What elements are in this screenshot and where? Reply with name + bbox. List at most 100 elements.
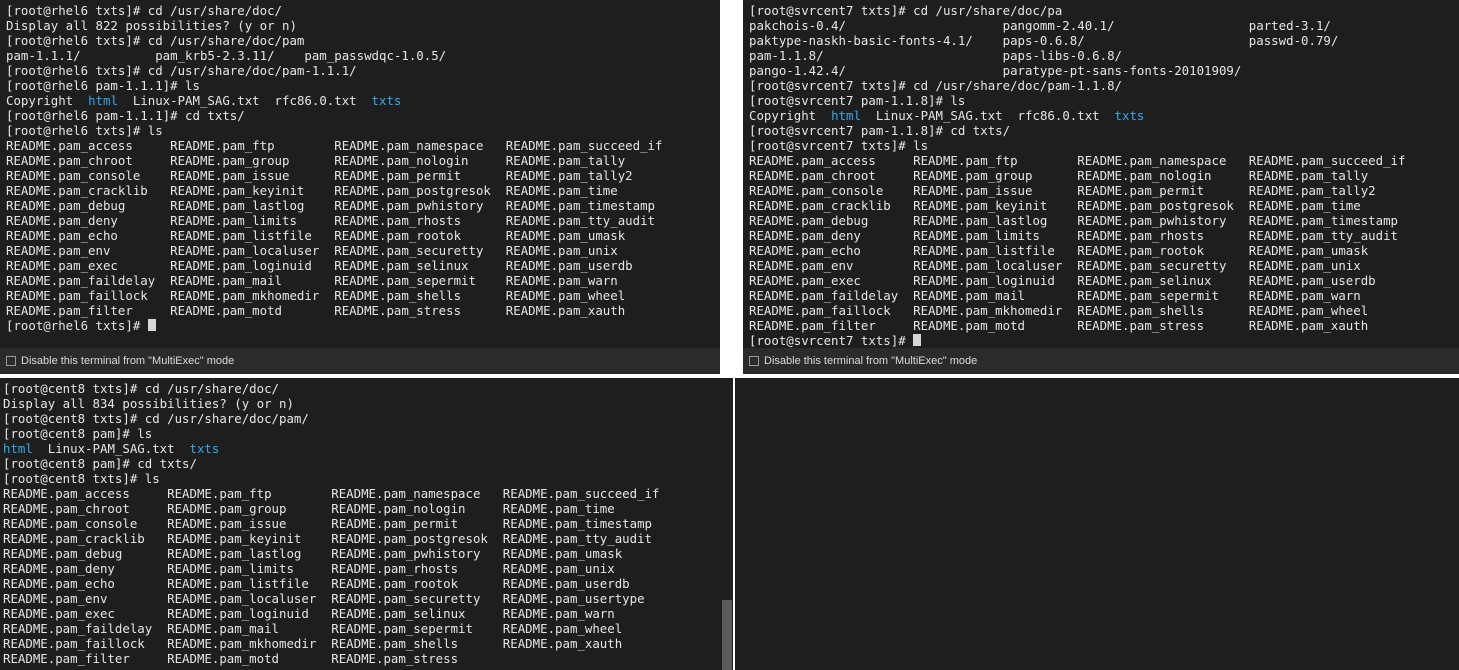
terminal-output[interactable]: [root@svrcent7 txts]# cd /usr/share/doc/… xyxy=(749,3,1459,348)
terminal-output[interactable]: [root@rhel6 txts]# cd /usr/share/doc/Dis… xyxy=(6,3,720,333)
terminal-text: [root@cent8 txts]# ls xyxy=(3,471,160,486)
terminal-text: [root@svrcent7 txts]# cd /usr/share/doc/… xyxy=(749,78,1122,93)
terminal-text: pango-1.42.4/ paratype-pt-sans-fonts-201… xyxy=(749,63,1242,78)
terminal-line: [root@cent8 pam]# cd txts/ xyxy=(3,456,733,471)
terminal-line: README.pam_console README.pam_issue READ… xyxy=(3,516,733,531)
multiexec-checkbox[interactable] xyxy=(749,356,759,366)
terminal-line: README.pam_debug README.pam_lastlog READ… xyxy=(6,198,720,213)
terminal-line: Copyright html Linux-PAM_SAG.txt rfc86.0… xyxy=(6,93,720,108)
terminal-pane-rhel6[interactable]: [root@rhel6 txts]# cd /usr/share/doc/Dis… xyxy=(0,0,720,374)
terminal-text: pam-1.1.1/ pam_krb5-2.3.11/ pam_passwdqc… xyxy=(6,48,447,63)
terminal-text: [root@rhel6 txts]# cd /usr/share/doc/ xyxy=(6,3,283,18)
terminal-text: [root@cent8 txts]# cd /usr/share/doc/ xyxy=(3,381,280,396)
terminal-text: README.pam_faillock README.pam_mkhomedir… xyxy=(749,303,1369,318)
terminal-line: [root@rhel6 txts]# cd /usr/share/doc/pam… xyxy=(6,63,720,78)
terminal-text: README.pam_cracklib README.pam_keyinit R… xyxy=(3,531,653,546)
terminal-cursor xyxy=(913,334,922,346)
terminal-line: [root@rhel6 txts]# ls xyxy=(6,123,720,138)
terminal-text: Copyright xyxy=(6,93,89,108)
terminal-text: README.pam_echo README.pam_listfile READ… xyxy=(3,576,630,591)
terminal-text: README.pam_faildelay README.pam_mail REA… xyxy=(6,273,618,288)
terminal-pane-cent8[interactable]: [root@cent8 txts]# cd /usr/share/doc/Dis… xyxy=(0,378,733,670)
terminal-text: Display all 822 possibilities? (y or n) xyxy=(6,18,297,33)
terminal-text: [root@svrcent7 pam-1.1.8]# ls xyxy=(749,93,966,108)
terminal-line: README.pam_env README.pam_localuser READ… xyxy=(3,591,733,606)
terminal-text: README.pam_debug README.pam_lastlog READ… xyxy=(3,546,623,561)
terminal-line: [root@cent8 txts]# cd /usr/share/doc/ xyxy=(3,381,733,396)
multiexec-label: Disable this terminal from "MultiExec" m… xyxy=(764,355,978,367)
terminal-line: README.pam_exec README.pam_loginuid READ… xyxy=(6,258,720,273)
terminal-line: README.pam_filter README.pam_motd README… xyxy=(6,303,720,318)
terminal-text: README.pam_exec README.pam_loginuid READ… xyxy=(6,258,633,273)
terminal-line: [root@rhel6 txts]# cd /usr/share/doc/ xyxy=(6,3,720,18)
terminal-line: README.pam_cracklib README.pam_keyinit R… xyxy=(3,531,733,546)
terminal-line: [root@svrcent7 txts]# ls xyxy=(749,138,1459,153)
terminal-line: pakchois-0.4/ pangomm-2.40.1/ parted-3.1… xyxy=(749,18,1459,33)
terminal-text: [root@cent8 txts]# cd /usr/share/doc/pam… xyxy=(3,411,309,426)
terminal-text: [root@svrcent7 txts]# xyxy=(749,333,914,348)
terminal-line: [root@cent8 txts]# ls xyxy=(3,471,733,486)
terminal-text: README.pam_debug README.pam_lastlog READ… xyxy=(749,213,1399,228)
directory-entry: txts xyxy=(371,93,402,108)
terminal-line: paktype-naskh-basic-fonts-4.1/ paps-0.6.… xyxy=(749,33,1459,48)
terminal-line: README.pam_chroot README.pam_group READM… xyxy=(749,168,1459,183)
terminal-line: [root@rhel6 txts]# xyxy=(6,318,720,333)
terminal-text: README.pam_filter README.pam_motd README… xyxy=(749,318,1369,333)
terminal-line: README.pam_deny README.pam_limits README… xyxy=(749,228,1459,243)
terminal-line: README.pam_echo README.pam_listfile READ… xyxy=(749,243,1459,258)
terminal-line: README.pam_cracklib README.pam_keyinit R… xyxy=(749,198,1459,213)
terminal-text: README.pam_console README.pam_issue READ… xyxy=(3,516,653,531)
terminal-text: paktype-naskh-basic-fonts-4.1/ paps-0.6.… xyxy=(749,33,1339,48)
terminal-line: README.pam_debug README.pam_lastlog READ… xyxy=(749,213,1459,228)
terminal-line: [root@svrcent7 txts]# cd /usr/share/doc/… xyxy=(749,3,1459,18)
terminal-line: README.pam_faildelay README.pam_mail REA… xyxy=(6,273,720,288)
terminal-text: Copyright xyxy=(749,108,832,123)
scrollbar-thumb[interactable] xyxy=(722,600,732,670)
terminal-line: html Linux-PAM_SAG.txt txts xyxy=(3,441,733,456)
terminal-line: README.pam_filter README.pam_motd README… xyxy=(749,318,1459,333)
terminal-cursor xyxy=(147,319,156,331)
terminal-line: README.pam_exec README.pam_loginuid READ… xyxy=(749,273,1459,288)
terminal-text: README.pam_deny README.pam_limits README… xyxy=(3,561,615,576)
terminal-text: README.pam_chroot README.pam_group READM… xyxy=(749,168,1369,183)
terminal-output[interactable]: [root@cent8 txts]# cd /usr/share/doc/Dis… xyxy=(3,381,733,666)
terminal-text: README.pam_debug README.pam_lastlog READ… xyxy=(6,198,656,213)
terminal-line: [root@rhel6 txts]# cd /usr/share/doc/pam xyxy=(6,33,720,48)
terminal-pane-svrcent7[interactable]: [root@svrcent7 txts]# cd /usr/share/doc/… xyxy=(743,0,1459,374)
terminal-line: README.pam_exec README.pam_loginuid READ… xyxy=(3,606,733,621)
terminal-line: README.pam_chroot README.pam_group READM… xyxy=(3,501,733,516)
terminal-text: README.pam_cracklib README.pam_keyinit R… xyxy=(749,198,1361,213)
terminal-line: pam-1.1.8/ paps-libs-0.6.8/ xyxy=(749,48,1459,63)
terminal-line: README.pam_access README.pam_ftp README.… xyxy=(749,153,1459,168)
terminal-text: README.pam_console README.pam_issue READ… xyxy=(6,168,633,183)
multiexec-bar: Disable this terminal from "MultiExec" m… xyxy=(0,348,720,374)
multiexec-bar: Disable this terminal from "MultiExec" m… xyxy=(743,348,1459,374)
terminal-text: README.pam_echo README.pam_listfile READ… xyxy=(749,243,1369,258)
terminal-text: Linux-PAM_SAG.txt rfc86.0.txt xyxy=(860,108,1115,123)
terminal-text: README.pam_filter README.pam_motd README… xyxy=(6,303,626,318)
terminal-text: README.pam_faillock README.pam_mkhomedir… xyxy=(3,636,623,651)
vertical-scrollbar[interactable] xyxy=(721,378,733,670)
terminal-line: README.pam_debug README.pam_lastlog READ… xyxy=(3,546,733,561)
terminal-text: README.pam_access README.pam_ftp README.… xyxy=(3,486,660,501)
terminal-text: [root@rhel6 txts]# ls xyxy=(6,123,163,138)
terminal-text: README.pam_chroot README.pam_group READM… xyxy=(3,501,615,516)
terminal-pane-empty[interactable] xyxy=(735,378,1459,670)
terminal-text: [root@svrcent7 pam-1.1.8]# cd txts/ xyxy=(749,123,1011,138)
terminal-line: pango-1.42.4/ paratype-pt-sans-fonts-201… xyxy=(749,63,1459,78)
terminal-text: README.pam_exec README.pam_loginuid READ… xyxy=(3,606,615,621)
terminal-line: Display all 834 possibilities? (y or n) xyxy=(3,396,733,411)
terminal-text: README.pam_filter README.pam_motd README… xyxy=(3,651,459,666)
terminal-line: README.pam_echo README.pam_listfile READ… xyxy=(3,576,733,591)
terminal-text: README.pam_deny README.pam_limits README… xyxy=(6,213,656,228)
multiexec-checkbox[interactable] xyxy=(6,356,16,366)
terminal-line: README.pam_access README.pam_ftp README.… xyxy=(6,138,720,153)
terminal-text: README.pam_faildelay README.pam_mail REA… xyxy=(749,288,1361,303)
directory-entry: txts xyxy=(189,441,220,456)
terminal-line: [root@svrcent7 pam-1.1.8]# ls xyxy=(749,93,1459,108)
terminal-line: README.pam_cracklib README.pam_keyinit R… xyxy=(6,183,720,198)
terminal-text: README.pam_faildelay README.pam_mail REA… xyxy=(3,621,623,636)
terminal-line: README.pam_env README.pam_localuser READ… xyxy=(749,258,1459,273)
terminal-text: pam-1.1.8/ paps-libs-0.6.8/ xyxy=(749,48,1122,63)
terminal-line: README.pam_deny README.pam_limits README… xyxy=(3,561,733,576)
